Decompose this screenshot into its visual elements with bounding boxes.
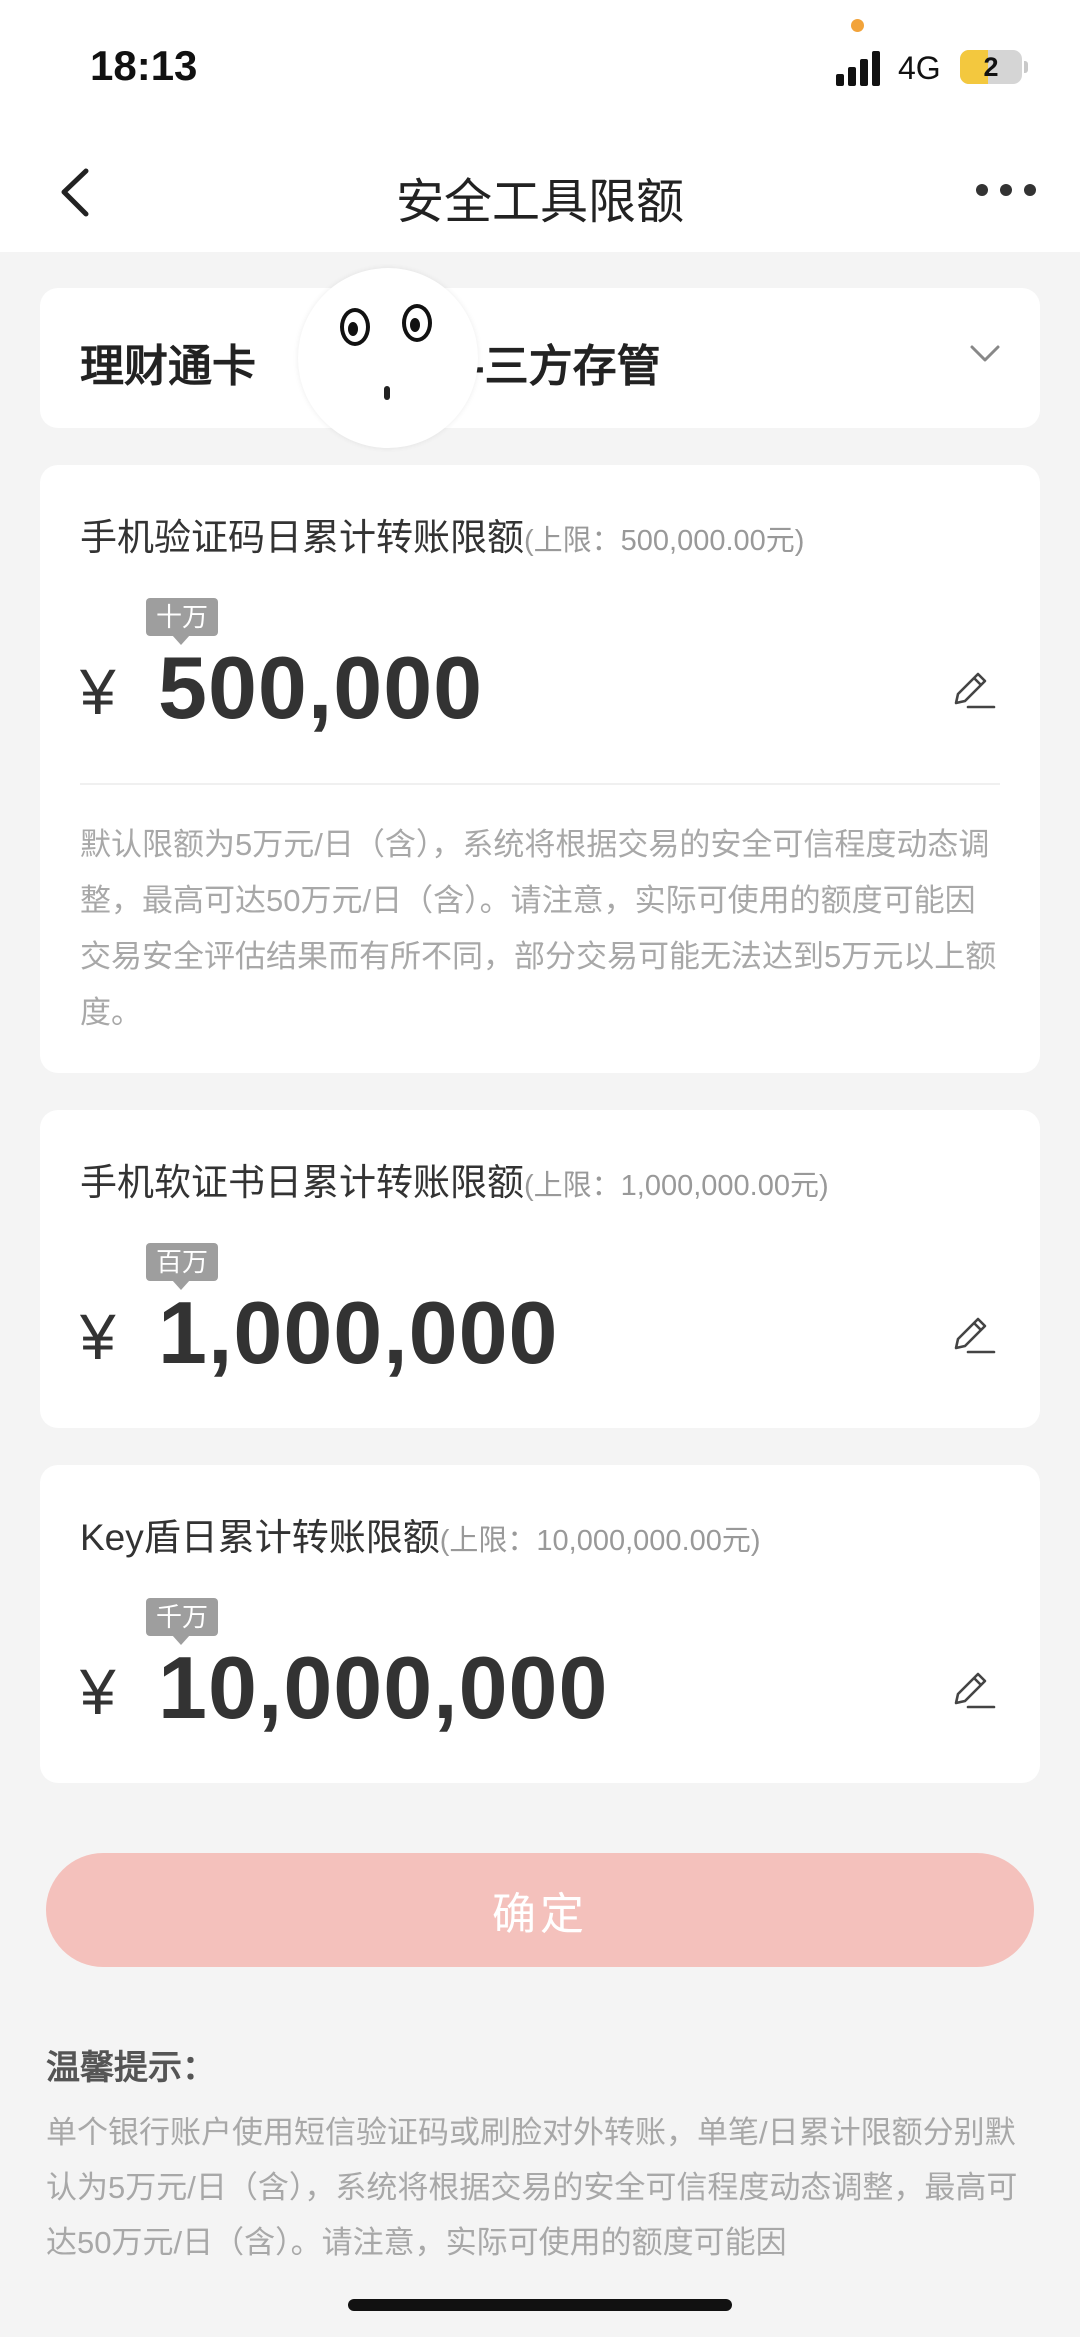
confirm-button[interactable]: 确定 bbox=[46, 1853, 1034, 1967]
face-sticker bbox=[298, 268, 478, 448]
account-name: 理财通卡 bbox=[80, 342, 256, 391]
more-icon[interactable] bbox=[976, 184, 1036, 198]
status-bar: 18:13 4G 2 bbox=[0, 0, 1080, 130]
unit-tag: 百万 bbox=[146, 1243, 219, 1290]
limit-title: 手机软证书日累计转账限额(上限：1,000,000.00元) bbox=[80, 1152, 829, 1206]
edit-icon[interactable] bbox=[948, 1665, 996, 1713]
sticker-mouth bbox=[384, 386, 390, 400]
limit-title-text: 手机软证书日累计转账限额 bbox=[80, 1162, 524, 1203]
limit-title-text: 手机验证码日累计转账限额 bbox=[80, 517, 524, 558]
currency-symbol: ¥ bbox=[80, 1301, 116, 1373]
divider bbox=[80, 783, 1000, 785]
battery-icon: 2 bbox=[960, 50, 1022, 84]
limit-amount[interactable]: 10,000,000 bbox=[158, 1637, 608, 1739]
limit-amount[interactable]: 1,000,000 bbox=[158, 1282, 559, 1384]
home-indicator[interactable] bbox=[348, 2299, 732, 2311]
battery-level: 2 bbox=[983, 52, 999, 82]
unit-tag: 十万 bbox=[146, 598, 219, 645]
sticker-eye-left bbox=[340, 308, 370, 346]
account-selector[interactable]: 理财通卡 -三方存管 bbox=[40, 268, 1040, 448]
tips-title: 温馨提示： bbox=[46, 2049, 216, 2087]
limit-amount[interactable]: 500,000 bbox=[158, 637, 483, 739]
status-time: 18:13 bbox=[90, 42, 198, 89]
signal-icon bbox=[836, 48, 886, 86]
limit-card-sms: 手机验证码日累计转账限额(上限：500,000.00元) 十万 ¥ 500,00… bbox=[40, 465, 1040, 1073]
limit-title-text: Key盾日累计转账限额 bbox=[80, 1517, 440, 1558]
chevron-down-icon[interactable] bbox=[968, 338, 1002, 368]
privacy-indicator-dot bbox=[851, 19, 864, 32]
currency-symbol: ¥ bbox=[80, 1656, 116, 1728]
limit-description: 默认限额为5万元/日（含），系统将根据交易的安全可信程度动态调整，最高可达50万… bbox=[80, 827, 997, 1030]
limit-cap: (上限：1,000,000.00元) bbox=[524, 1170, 829, 1202]
currency-symbol: ¥ bbox=[80, 656, 116, 728]
limit-card-key-shield: Key盾日累计转账限额(上限：10,000,000.00元) 千万 ¥ 10,0… bbox=[40, 1465, 1040, 1783]
nav-bar: 安全工具限额 bbox=[0, 130, 1080, 252]
tips-text: 单个银行账户使用短信验证码或刷脸对外转账，单笔/日累计限额分别默认为5万元/日（… bbox=[46, 2115, 1018, 2260]
page-title: 安全工具限额 bbox=[395, 176, 684, 229]
limit-card-soft-cert: 手机软证书日累计转账限额(上限：1,000,000.00元) 百万 ¥ 1,00… bbox=[40, 1110, 1040, 1428]
account-type: -三方存管 bbox=[470, 342, 661, 391]
battery-tip bbox=[1024, 61, 1028, 73]
limit-cap: (上限：500,000.00元) bbox=[524, 525, 805, 557]
unit-tag: 千万 bbox=[146, 1598, 219, 1645]
limit-title: 手机验证码日累计转账限额(上限：500,000.00元) bbox=[80, 507, 804, 561]
limit-title: Key盾日累计转账限额(上限：10,000,000.00元) bbox=[80, 1507, 761, 1561]
edit-icon[interactable] bbox=[948, 1310, 996, 1358]
limit-cap: (上限：10,000,000.00元) bbox=[439, 1525, 761, 1557]
network-type: 4G bbox=[898, 50, 941, 86]
sticker-eye-right bbox=[402, 304, 432, 342]
edit-icon[interactable] bbox=[948, 665, 996, 713]
